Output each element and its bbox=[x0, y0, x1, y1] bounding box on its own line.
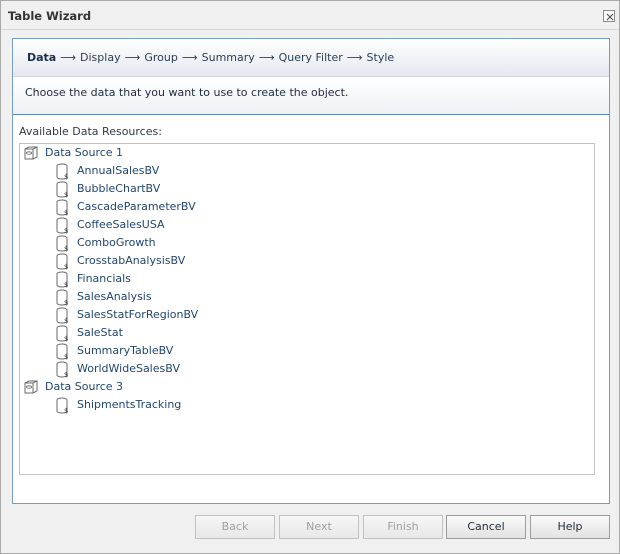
tree-node-label: BubbleChartBV bbox=[77, 182, 161, 195]
svg-text:$: $ bbox=[64, 191, 68, 199]
step-summary: Summary bbox=[201, 51, 255, 64]
tree-node-label: SaleStat bbox=[77, 326, 123, 339]
svg-text:$: $ bbox=[64, 407, 68, 415]
svg-text:$: $ bbox=[64, 173, 68, 181]
tree-node-label: Data Source 3 bbox=[45, 380, 124, 393]
tree-node-label: CoffeeSalesUSA bbox=[77, 218, 165, 231]
step-query-filter: Query Filter bbox=[278, 51, 343, 64]
svg-text:$: $ bbox=[64, 335, 68, 343]
dialog-title: Table Wizard bbox=[8, 9, 92, 23]
svg-text:$: $ bbox=[64, 281, 68, 289]
svg-text:$: $ bbox=[64, 317, 68, 325]
step-style: Style bbox=[366, 51, 395, 64]
table-wizard-dialog: Table Wizard Data ⟶ Display ⟶ Group ⟶ Summary ⟶… bbox=[0, 0, 620, 554]
tree-node-label: ComboGrowth bbox=[77, 236, 156, 249]
step-display: Display bbox=[80, 51, 121, 64]
svg-text:$: $ bbox=[64, 227, 68, 235]
svg-text:$: $ bbox=[64, 353, 68, 361]
available-resources-label: Available Data Resources: bbox=[19, 125, 162, 138]
svg-text:$: $ bbox=[64, 209, 68, 217]
tree-node-label: SalesAnalysis bbox=[77, 290, 152, 303]
step-arrow-icon: ⟶ bbox=[60, 51, 77, 64]
tree-node-label: AnnualSalesBV bbox=[77, 164, 160, 177]
tree-node-label: SalesStatForRegionBV bbox=[77, 308, 199, 321]
cancel-button[interactable]: Cancel bbox=[446, 515, 526, 539]
svg-text:$: $ bbox=[64, 371, 68, 379]
step-arrow-icon: ⟶ bbox=[258, 51, 275, 64]
tree-node-label: Data Source 1 bbox=[45, 146, 124, 159]
wizard-steps-bar: Data ⟶ Display ⟶ Group ⟶ Summary ⟶ Query Filter ⟶… bbox=[13, 39, 609, 77]
svg-text:$: $ bbox=[64, 245, 68, 253]
title-bar[interactable]: Table Wizard bbox=[1, 1, 619, 30]
close-icon[interactable] bbox=[603, 10, 615, 22]
svg-text:$: $ bbox=[64, 299, 68, 307]
step-description: Choose the data that you want to use to … bbox=[25, 86, 349, 99]
next-button[interactable]: Next bbox=[279, 515, 359, 539]
back-button[interactable]: Back bbox=[195, 515, 275, 539]
tree-node-label: Financials bbox=[77, 272, 131, 285]
tree-node-label: CrosstabAnalysisBV bbox=[77, 254, 186, 267]
svg-text:$: $ bbox=[64, 263, 68, 271]
step-arrow-icon: ⟶ bbox=[346, 51, 363, 64]
step-arrow-icon: ⟶ bbox=[124, 51, 141, 64]
wizard-steps: Data ⟶ Display ⟶ Group ⟶ Summary ⟶ Query Filter ⟶… bbox=[27, 51, 394, 64]
tree-node-label: SummaryTableBV bbox=[77, 344, 174, 357]
description-area: Choose the data that you want to use to … bbox=[13, 77, 609, 115]
help-button[interactable]: Help bbox=[530, 515, 610, 539]
tree-node-label: WorldWideSalesBV bbox=[77, 362, 180, 375]
step-group: Group bbox=[144, 51, 178, 64]
step-data: Data bbox=[27, 51, 57, 64]
data-resources-tree[interactable]: Data Source 1 $ AnnualSalesBV $ BubbleChartB… bbox=[19, 143, 595, 475]
tree-node-label: CascadeParameterBV bbox=[77, 200, 196, 213]
wizard-panel: Data ⟶ Display ⟶ Group ⟶ Summary ⟶ Query Filter ⟶… bbox=[12, 38, 610, 504]
step-arrow-icon: ⟶ bbox=[181, 51, 198, 64]
finish-button[interactable]: Finish bbox=[363, 515, 443, 539]
tree-node-label: ShipmentsTracking bbox=[77, 398, 182, 411]
